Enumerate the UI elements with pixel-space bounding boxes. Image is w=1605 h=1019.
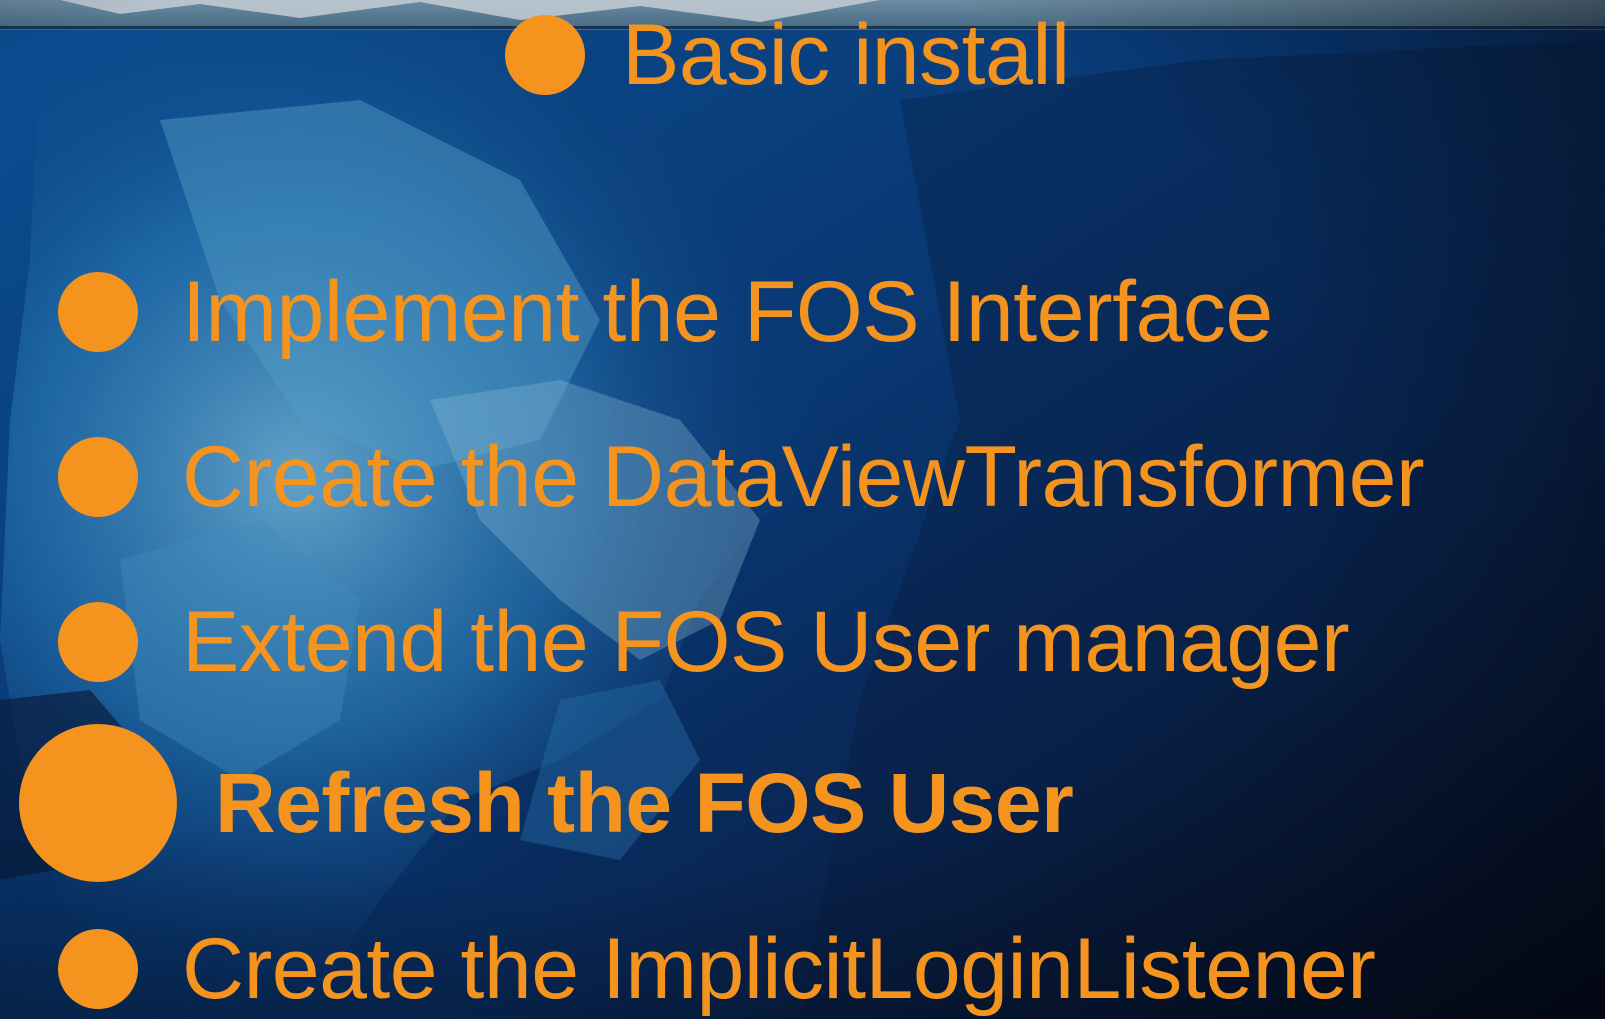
bullet-label: Implement the FOS Interface: [182, 264, 1273, 360]
bullet-label: Basic install: [622, 7, 1070, 103]
bullet-label: Extend the FOS User manager: [182, 594, 1350, 690]
list-item-refresh-fos-user: Refresh the FOS User: [19, 724, 1074, 882]
bullet-dot: [58, 272, 138, 352]
list-item-extend-fos-user-manager: Extend the FOS User manager: [58, 594, 1350, 690]
list-item-create-implicitloginlistener: Create the ImplicitLoginListener: [58, 921, 1376, 1017]
bullet-dot: [505, 15, 585, 95]
list-item-create-dataviewtransformer: Create the DataViewTransformer: [58, 429, 1425, 525]
bullet-label-highlighted: Refresh the FOS User: [215, 756, 1074, 850]
bullet-label: Create the ImplicitLoginListener: [182, 921, 1376, 1017]
list-item-implement-fos-interface: Implement the FOS Interface: [58, 269, 1273, 355]
bullet-dot: [58, 437, 138, 517]
bullet-list: Basic install Implement the FOS Interfac…: [0, 0, 1605, 1019]
bullet-dot: [58, 602, 138, 682]
bullet-dot-highlighted: [19, 724, 177, 882]
bullet-dot: [58, 929, 138, 1009]
list-item-basic-install: Basic install: [505, 12, 1070, 98]
bullet-label: Create the DataViewTransformer: [182, 429, 1425, 525]
